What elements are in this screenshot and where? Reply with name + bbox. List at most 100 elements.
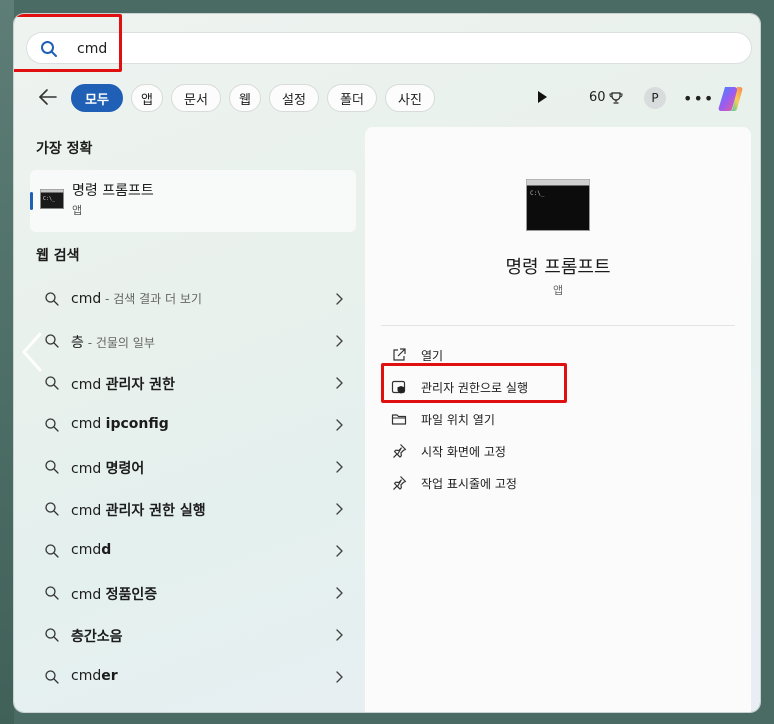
search-icon: [45, 628, 59, 642]
action-pin-to-taskbar[interactable]: 작업 표시줄에 고정: [391, 471, 691, 495]
filter-chip-web[interactable]: 웹: [229, 84, 261, 112]
web-search-result-text: cmd 명령어: [71, 458, 144, 478]
web-search-result[interactable]: cmd 관리자 권한 실행: [30, 492, 356, 526]
svg-text:C:\_: C:\_: [43, 196, 56, 202]
filter-chip-settings[interactable]: 설정: [269, 84, 319, 112]
web-search-result[interactable]: cmd ipconfig: [30, 408, 356, 442]
search-icon: [45, 670, 59, 684]
web-search-result[interactable]: cmd 명령어: [30, 450, 356, 484]
filter-chip-photos[interactable]: 사진: [385, 84, 435, 112]
result-prefix: cmd: [71, 587, 106, 603]
scroll-left-arrow-icon[interactable]: [18, 330, 46, 374]
best-match-item[interactable]: C:\_ 명령 프롬프트 앱: [30, 170, 356, 232]
result-hint: - 건물의 일부: [83, 336, 155, 350]
rewards-points[interactable]: 60: [589, 90, 623, 105]
result-prefix: cmd: [71, 461, 106, 477]
preview-title: 명령 프롬프트: [505, 257, 611, 278]
filter-chip-folders[interactable]: 폴더: [327, 84, 377, 112]
run-as-admin-highlight-box: [381, 363, 567, 403]
web-search-result-text: cmd - 검색 결과 더 보기: [71, 290, 202, 307]
search-icon: [45, 544, 59, 558]
filter-row: 모두 앱 문서 웹 설정 폴더 사진 60 P •••: [14, 81, 760, 113]
web-search-result-text: cmd 관리자 권한 실행: [71, 500, 206, 520]
result-bold: 층간소음: [71, 629, 123, 645]
preview-panel: C:\_ 명령 프롬프트 앱 열기 관리자 권한으로 실행 파일 위치 열기 시…: [365, 127, 751, 712]
result-bold: ipconfig: [105, 416, 169, 432]
back-arrow-icon[interactable]: [36, 85, 60, 109]
copilot-icon[interactable]: [715, 83, 747, 115]
web-search-result[interactable]: cmd - 검색 결과 더 보기: [30, 282, 356, 316]
web-search-result-text: cmder: [71, 668, 118, 684]
web-search-result-text: 층간소음: [71, 626, 123, 646]
result-bold: 명령어: [105, 461, 145, 477]
chevron-right-icon: [336, 461, 343, 473]
result-prefix: cmd: [71, 291, 102, 307]
result-bold: 정품인증: [105, 587, 158, 603]
chevron-right-icon: [336, 545, 343, 557]
chevron-right-icon: [336, 335, 343, 347]
selection-indicator: [30, 192, 33, 210]
filter-chip-all[interactable]: 모두: [71, 84, 123, 112]
rewards-points-value: 60: [589, 90, 606, 105]
filter-chip-documents[interactable]: 문서: [171, 84, 221, 112]
search-window: 모두 앱 문서 웹 설정 폴더 사진 60 P •••: [14, 14, 760, 712]
search-icon: [45, 376, 59, 390]
search-input[interactable]: [77, 39, 577, 59]
chevron-right-icon: [336, 293, 343, 305]
command-prompt-icon: C:\_: [40, 189, 64, 209]
chevron-right-icon: [336, 629, 343, 641]
folder-icon: [391, 414, 407, 425]
result-hint: - 검색 결과 더 보기: [101, 292, 202, 306]
svg-text:C:\_: C:\_: [530, 190, 545, 197]
command-prompt-preview-icon: C:\_: [526, 179, 590, 231]
best-match-subtitle: 앱: [72, 204, 83, 217]
result-prefix: cmd: [71, 542, 102, 558]
best-match-heading: 가장 정확: [36, 141, 93, 157]
web-search-result[interactable]: cmd 관리자 권한: [30, 366, 356, 400]
trophy-icon: [609, 91, 623, 104]
chevron-right-icon: [336, 587, 343, 599]
web-search-result-text: 층 - 건물의 일부: [71, 332, 155, 352]
search-icon: [45, 460, 59, 474]
chevron-right-icon: [336, 419, 343, 431]
web-search-result-text: cmd 관리자 권한: [71, 374, 175, 394]
filter-chip-apps[interactable]: 앱: [131, 84, 163, 112]
search-icon: [45, 334, 59, 348]
search-icon: [45, 586, 59, 600]
search-icon: [45, 502, 59, 516]
action-label: 작업 표시줄에 고정: [421, 477, 517, 491]
web-search-result[interactable]: 층 - 건물의 일부: [30, 324, 356, 358]
web-search-result-text: cmd 정품인증: [71, 584, 157, 604]
more-options-icon[interactable]: •••: [683, 89, 714, 108]
action-open-file-location[interactable]: 파일 위치 열기: [391, 407, 691, 431]
chevron-right-icon: [336, 503, 343, 515]
open-external-icon: [393, 348, 406, 361]
best-match-title: 명령 프롬프트: [72, 183, 154, 199]
action-label: 열기: [421, 349, 444, 363]
search-bar[interactable]: [26, 32, 752, 64]
web-search-result[interactable]: cmd 정품인증: [30, 576, 356, 610]
avatar[interactable]: P: [644, 87, 666, 109]
search-highlight-box: [14, 14, 122, 72]
result-prefix: cmd: [71, 377, 106, 393]
web-search-result-text: cmd ipconfig: [71, 416, 169, 432]
search-icon: [45, 292, 59, 306]
web-search-result[interactable]: cmdd: [30, 534, 356, 568]
preview-subtitle: 앱: [552, 284, 564, 297]
web-search-result[interactable]: 층간소음: [30, 618, 356, 652]
action-label: 시작 화면에 고정: [421, 445, 506, 459]
chevron-right-icon: [336, 377, 343, 389]
web-search-heading: 웹 검색: [36, 248, 80, 264]
result-prefix: cmd: [71, 416, 106, 432]
result-bold: 관리자 권한: [105, 377, 175, 393]
chevron-right-icon: [336, 671, 343, 683]
action-label: 파일 위치 열기: [421, 413, 495, 427]
web-search-result[interactable]: cmder: [30, 660, 356, 694]
search-icon: [45, 418, 59, 432]
action-pin-to-start[interactable]: 시작 화면에 고정: [391, 439, 691, 463]
play-icon[interactable]: [535, 90, 549, 104]
result-bold: 관리자 권한 실행: [105, 503, 206, 519]
result-bold: d: [101, 542, 112, 558]
result-prefix: cmd: [71, 668, 102, 684]
pin-icon: [393, 476, 407, 491]
